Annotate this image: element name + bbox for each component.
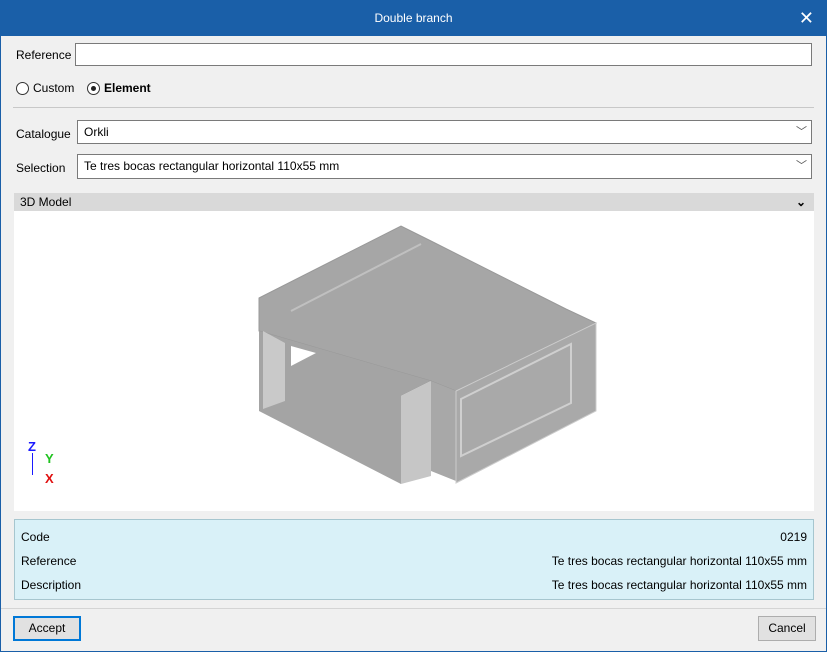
axis-y-label: Y [45,451,54,466]
footer-divider [1,608,826,609]
catalogue-value: Orkli [84,125,109,139]
cancel-button[interactable]: Cancel [758,616,816,641]
axis-triad: Z Y X [28,439,58,489]
3d-model-header[interactable]: 3D Model ⌄ [14,193,814,211]
info-value: 0219 [780,530,807,544]
info-label: Reference [21,554,77,568]
info-value: Te tres bocas rectangular horizontal 110… [551,578,807,592]
axis-x-label: X [45,471,54,486]
info-row-code: Code 0219 [21,530,807,544]
double-branch-dialog: Double branch ✕ Reference Custom Element… [0,0,827,652]
radio-element-label: Element [104,81,151,95]
selection-label: Selection [16,161,66,175]
catalogue-select[interactable]: Orkli ﹀ [77,120,812,144]
radio-custom[interactable]: Custom [16,81,74,95]
info-label: Description [21,578,82,592]
selection-value: Te tres bocas rectangular horizontal 110… [84,159,340,173]
axis-z-line [32,453,33,475]
tee-3d-model [258,225,598,484]
element-info-panel: Code 0219 Reference Te tres bocas rectangu… [14,519,814,600]
selection-select[interactable]: Te tres bocas rectangular horizontal 110… [77,154,812,179]
reference-input[interactable] [75,43,812,66]
3d-model-label: 3D Model [20,195,72,209]
radio-custom-circle[interactable] [16,81,29,95]
divider [13,107,814,108]
reference-label: Reference [16,48,72,62]
title-bar: Double branch ✕ [1,1,826,36]
info-row-reference: Reference Te tres bocas rectangular horiz… [21,554,807,568]
collapse-chevron-icon[interactable]: ⌄ [796,193,806,211]
dialog-title: Double branch [374,11,453,25]
info-row-description: Description Te tres bocas rectangular hor… [21,578,807,592]
radio-element-circle[interactable] [87,81,100,95]
chevron-down-icon: ﹀ [796,160,807,172]
chevron-down-icon: ﹀ [796,126,807,138]
3d-viewer[interactable]: Z Y X [14,211,814,511]
accept-button[interactable]: Accept [13,616,81,641]
info-label: Code [21,530,50,544]
catalogue-label: Catalogue [16,127,71,141]
radio-custom-label: Custom [33,81,75,95]
radio-element[interactable]: Element [87,81,151,95]
info-value: Te tres bocas rectangular horizontal 110… [551,554,807,568]
close-icon[interactable]: ✕ [799,1,814,36]
axis-z-label: Z [28,439,36,454]
